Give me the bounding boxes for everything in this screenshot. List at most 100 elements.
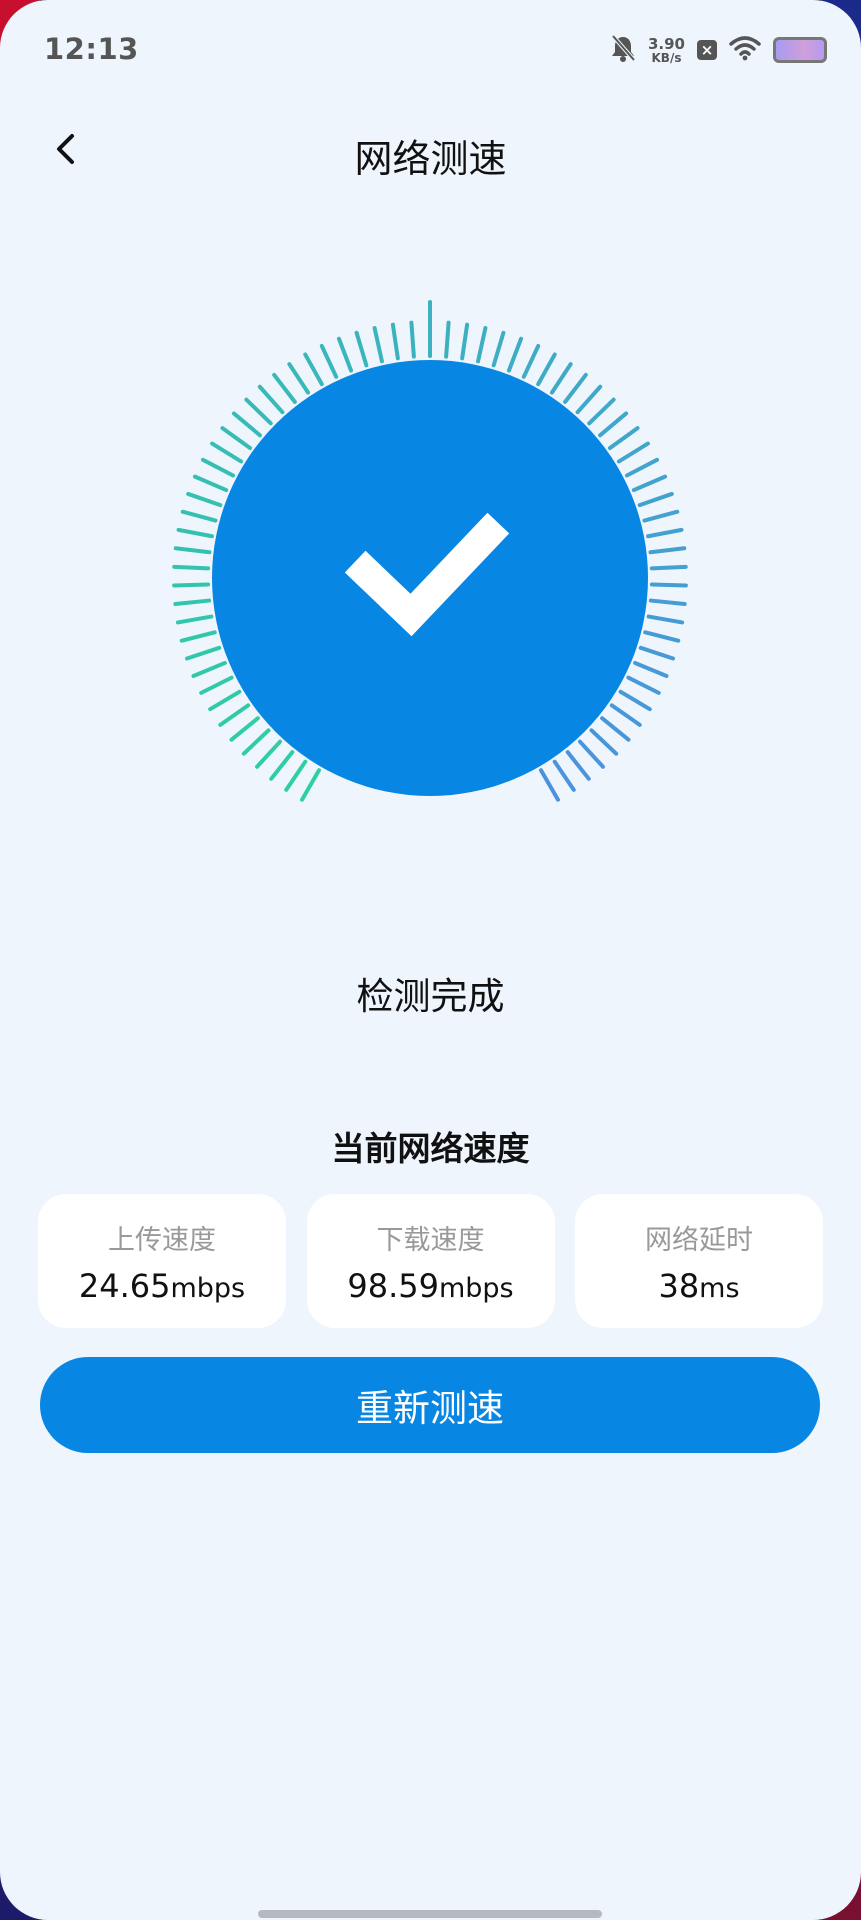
gauge-tick [229, 716, 260, 742]
gauge-tick [199, 675, 234, 695]
gauge-tick [179, 630, 217, 643]
gauge-tick [649, 582, 688, 588]
gauge-tick [272, 372, 297, 404]
gauge-tick [649, 564, 688, 571]
gauge-tick [255, 739, 283, 769]
gauge-tick [648, 546, 687, 555]
network-speed-unit: KB/s [651, 50, 682, 65]
gauge-tick [172, 582, 211, 588]
latency-value: 38ms [658, 1267, 739, 1305]
gauge-tick [646, 614, 685, 625]
gauge-tick [491, 330, 506, 368]
upload-speed-number: 24.65 [78, 1266, 171, 1305]
gauge-tick [372, 326, 384, 364]
gauge-tick [409, 320, 416, 359]
network-speed-value: 3.90 [647, 34, 685, 53]
gauge-tick [210, 441, 244, 464]
gauge-tick [638, 645, 676, 661]
gauge-tick [184, 645, 222, 661]
gauge-tick [624, 457, 660, 478]
gauge-tick [637, 491, 674, 508]
gauge-tick [552, 759, 576, 792]
gauge-tick [642, 509, 680, 523]
latency-unit: ms [699, 1272, 740, 1304]
network-speed-indicator: 3.90 KB/s [647, 34, 685, 65]
upload-speed-card: 上传速度 24.65mbps [38, 1194, 286, 1328]
gauge-tick [444, 320, 451, 359]
retest-button[interactable]: 重新测速 [40, 1357, 820, 1453]
upload-speed-label: 上传速度 [108, 1224, 216, 1256]
gauge-tick [618, 689, 652, 712]
status-bar: 12:13 3.90 KB/s × [0, 0, 861, 100]
upload-speed-value: 24.65mbps [79, 1267, 245, 1305]
gauge-tick [521, 343, 541, 379]
gauge-tick [536, 352, 557, 387]
gauge-tick [390, 322, 400, 361]
latency-label: 网络延时 [645, 1224, 753, 1256]
gauge-tick [648, 598, 687, 607]
gauge-tick [319, 343, 339, 379]
latency-number: 38 [658, 1266, 700, 1305]
gauge-tick [598, 411, 629, 438]
gauge-tick [565, 750, 591, 781]
gauge-tick [231, 411, 262, 438]
current-speed-title: 当前网络速度 [331, 1129, 530, 1168]
gauge-tick [643, 630, 681, 643]
gauge-tick [563, 372, 588, 404]
download-speed-number: 98.59 [347, 1266, 439, 1305]
gauge-tick [220, 426, 253, 451]
gauge-tick [200, 457, 236, 478]
page-title: 网络测速 [354, 137, 507, 181]
gauge-tick [300, 768, 321, 802]
gauge-tick [575, 384, 603, 415]
status-icons: 3.90 KB/s × [610, 34, 827, 66]
gauge-tick [173, 546, 212, 555]
gauge-tick [549, 362, 573, 395]
gauge-tick [577, 739, 605, 769]
status-time: 12:13 [44, 32, 139, 66]
gauge-tick [244, 397, 273, 426]
download-speed-card: 下载速度 98.59mbps [306, 1194, 555, 1328]
gauge-tick [269, 750, 295, 781]
gauge-tick [208, 689, 242, 712]
download-speed-unit: mbps [438, 1272, 514, 1304]
gauge-tick [336, 336, 354, 373]
gauge-tick [646, 527, 684, 539]
gauge-tick [616, 441, 650, 464]
test-status-label: 检测完成 [356, 975, 505, 1018]
bell-muted-icon [610, 34, 636, 66]
wifi-icon [729, 35, 761, 65]
home-indicator[interactable] [258, 1910, 602, 1918]
app-screen: 12:13 3.90 KB/s × 网络测速 检测完成 当前网络速度 上传速度 … [0, 0, 861, 1920]
gauge-tick [631, 474, 668, 493]
download-speed-label: 下载速度 [376, 1224, 485, 1256]
gauge-tick [539, 768, 560, 802]
upload-speed-unit: mbps [170, 1272, 246, 1304]
gauge-tick [191, 660, 227, 678]
gauge-tick [506, 336, 524, 373]
gauge-tick [175, 614, 214, 625]
gauge-tick [587, 397, 616, 426]
gauge-svg [172, 300, 688, 802]
gauge-tick [257, 384, 285, 415]
gauge-tick [626, 675, 661, 695]
gauge-tick [173, 598, 212, 607]
battery-icon [773, 37, 827, 63]
gauge-tick [460, 322, 470, 361]
gauge-tick [218, 703, 251, 727]
gauge-tick [241, 728, 271, 756]
speed-stats: 上传速度 24.65mbps 下载速度 98.59mbps 网络延时 38ms [38, 1194, 823, 1328]
page-header: 网络测速 [0, 110, 861, 190]
download-speed-value: 98.59mbps [347, 1267, 513, 1305]
gauge-tick [186, 491, 223, 508]
gauge-tick [172, 564, 211, 571]
gauge-tick [287, 362, 311, 395]
gauge-tick [600, 716, 631, 742]
gauge-tick [633, 660, 669, 678]
gauge-tick [609, 703, 642, 727]
gauge-tick [476, 326, 488, 364]
gauge-tick [303, 352, 324, 387]
gauge-tick [192, 474, 229, 493]
gauge-tick [589, 728, 619, 756]
gauge-tick [176, 527, 214, 539]
